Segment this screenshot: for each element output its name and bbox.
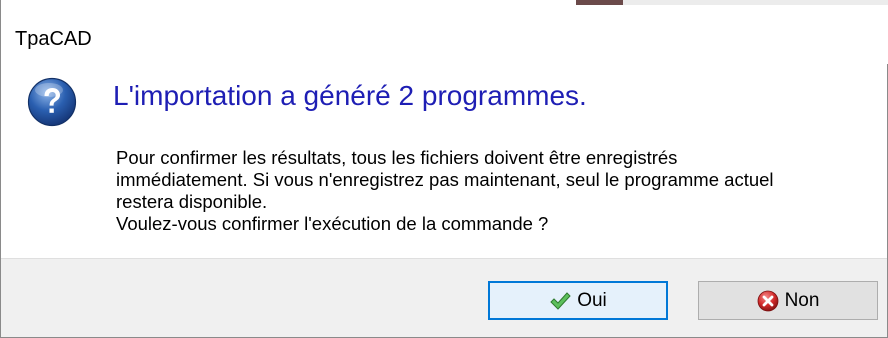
window-title: TpaCAD [15,28,92,50]
no-button-label: Non [784,289,820,311]
message-line: restera disponible. [116,191,268,212]
background-window-fragment [576,0,623,5]
dialog-window: TpaCAD L'importation a généré 2 programm… [0,0,888,338]
yes-button[interactable]: Oui [488,281,668,320]
message-line: Voulez-vous confirmer l'exécution de la … [116,213,549,234]
dialog-message: Pour confirmer les résultats, tous les f… [116,147,816,235]
question-icon [27,77,77,127]
dialog-content: L'importation a généré 2 programmes. Pou… [1,64,887,258]
no-button[interactable]: Non [698,281,878,320]
error-x-icon [757,290,778,311]
title-bar[interactable]: TpaCAD [1,6,888,64]
yes-button-label: Oui [577,289,607,311]
checkmark-icon [550,291,571,310]
message-line: immédiatement. Si vous n'enregistrez pas… [116,169,774,190]
main-instruction: L'importation a généré 2 programmes. [113,80,587,111]
button-bar: Oui Non [1,258,887,337]
message-line: Pour confirmer les résultats, tous les f… [116,147,678,168]
background-window-fragment-right [623,0,888,5]
